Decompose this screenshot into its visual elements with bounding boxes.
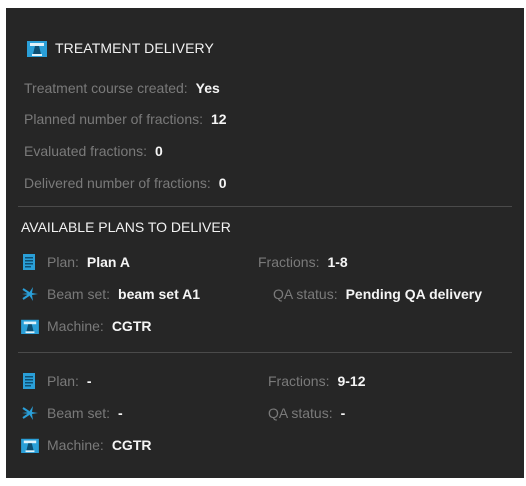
qa-value: - [340,405,346,421]
section-divider [18,206,512,207]
plan-label: Plan: [47,373,79,389]
summary-value: 0 [218,175,227,191]
plans-section-title: AVAILABLE PLANS TO DELIVER [21,219,231,235]
machine-value: CGTR [111,437,152,453]
qa-value: Pending QA delivery [345,286,482,302]
beamset-label: Beam set: [47,405,111,421]
qa-label: QA status: [268,405,333,421]
summary-planned-fractions: Planned number of fractions: 12 [24,111,227,127]
plan-2-beamset: Beam set: - [21,405,123,421]
machine-icon [21,318,39,334]
fractions-value: 1-8 [327,254,348,270]
treatment-delivery-panel: TREATMENT DELIVERY Treatment course crea… [6,8,524,478]
document-icon [21,373,39,389]
machine-label: Machine: [47,318,104,334]
fractions-value: 9-12 [337,373,366,389]
summary-value: Yes [195,80,220,96]
summary-label: Evaluated fractions: [24,143,147,159]
panel-title: TREATMENT DELIVERY [55,40,214,56]
plan-2-machine: Machine: CGTR [21,437,151,453]
document-icon [21,254,39,270]
fractions-label: Fractions: [258,254,320,270]
summary-label: Treatment course created: [24,80,188,96]
beamset-value: beam set A1 [118,286,200,302]
summary-course-created: Treatment course created: Yes [24,80,220,96]
machine-icon [27,39,47,57]
plan-1-machine: Machine: CGTR [21,318,151,334]
plan-2-fractions: Fractions: 9-12 [268,373,366,389]
machine-label: Machine: [47,437,104,453]
plan-1-qa-status: QA status: Pending QA delivery [273,286,482,302]
plan-1-plan: Plan: Plan A [21,254,130,270]
qa-label: QA status: [273,286,338,302]
plan-2-plan: Plan: - [21,373,92,389]
summary-label: Delivered number of fractions: [24,175,211,191]
summary-delivered-fractions: Delivered number of fractions: 0 [24,175,227,191]
machine-value: CGTR [111,318,152,334]
plan-divider [18,352,512,353]
plan-label: Plan: [47,254,79,270]
plan-value: Plan A [86,254,130,270]
summary-value: 12 [211,111,227,127]
panel-header: TREATMENT DELIVERY [27,39,214,57]
machine-icon [21,437,39,453]
fractions-label: Fractions: [268,373,330,389]
beamset-label: Beam set: [47,286,111,302]
beamset-value: - [118,405,123,421]
beam-set-icon [21,405,39,421]
summary-label: Planned number of fractions: [24,111,203,127]
beam-set-icon [21,286,39,302]
summary-evaluated-fractions: Evaluated fractions: 0 [24,143,163,159]
summary-value: 0 [154,143,163,159]
plan-1-fractions: Fractions: 1-8 [258,254,348,270]
plan-2-qa-status: QA status: - [268,405,345,421]
plan-value: - [86,373,92,389]
plan-1-beamset: Beam set: beam set A1 [21,286,200,302]
